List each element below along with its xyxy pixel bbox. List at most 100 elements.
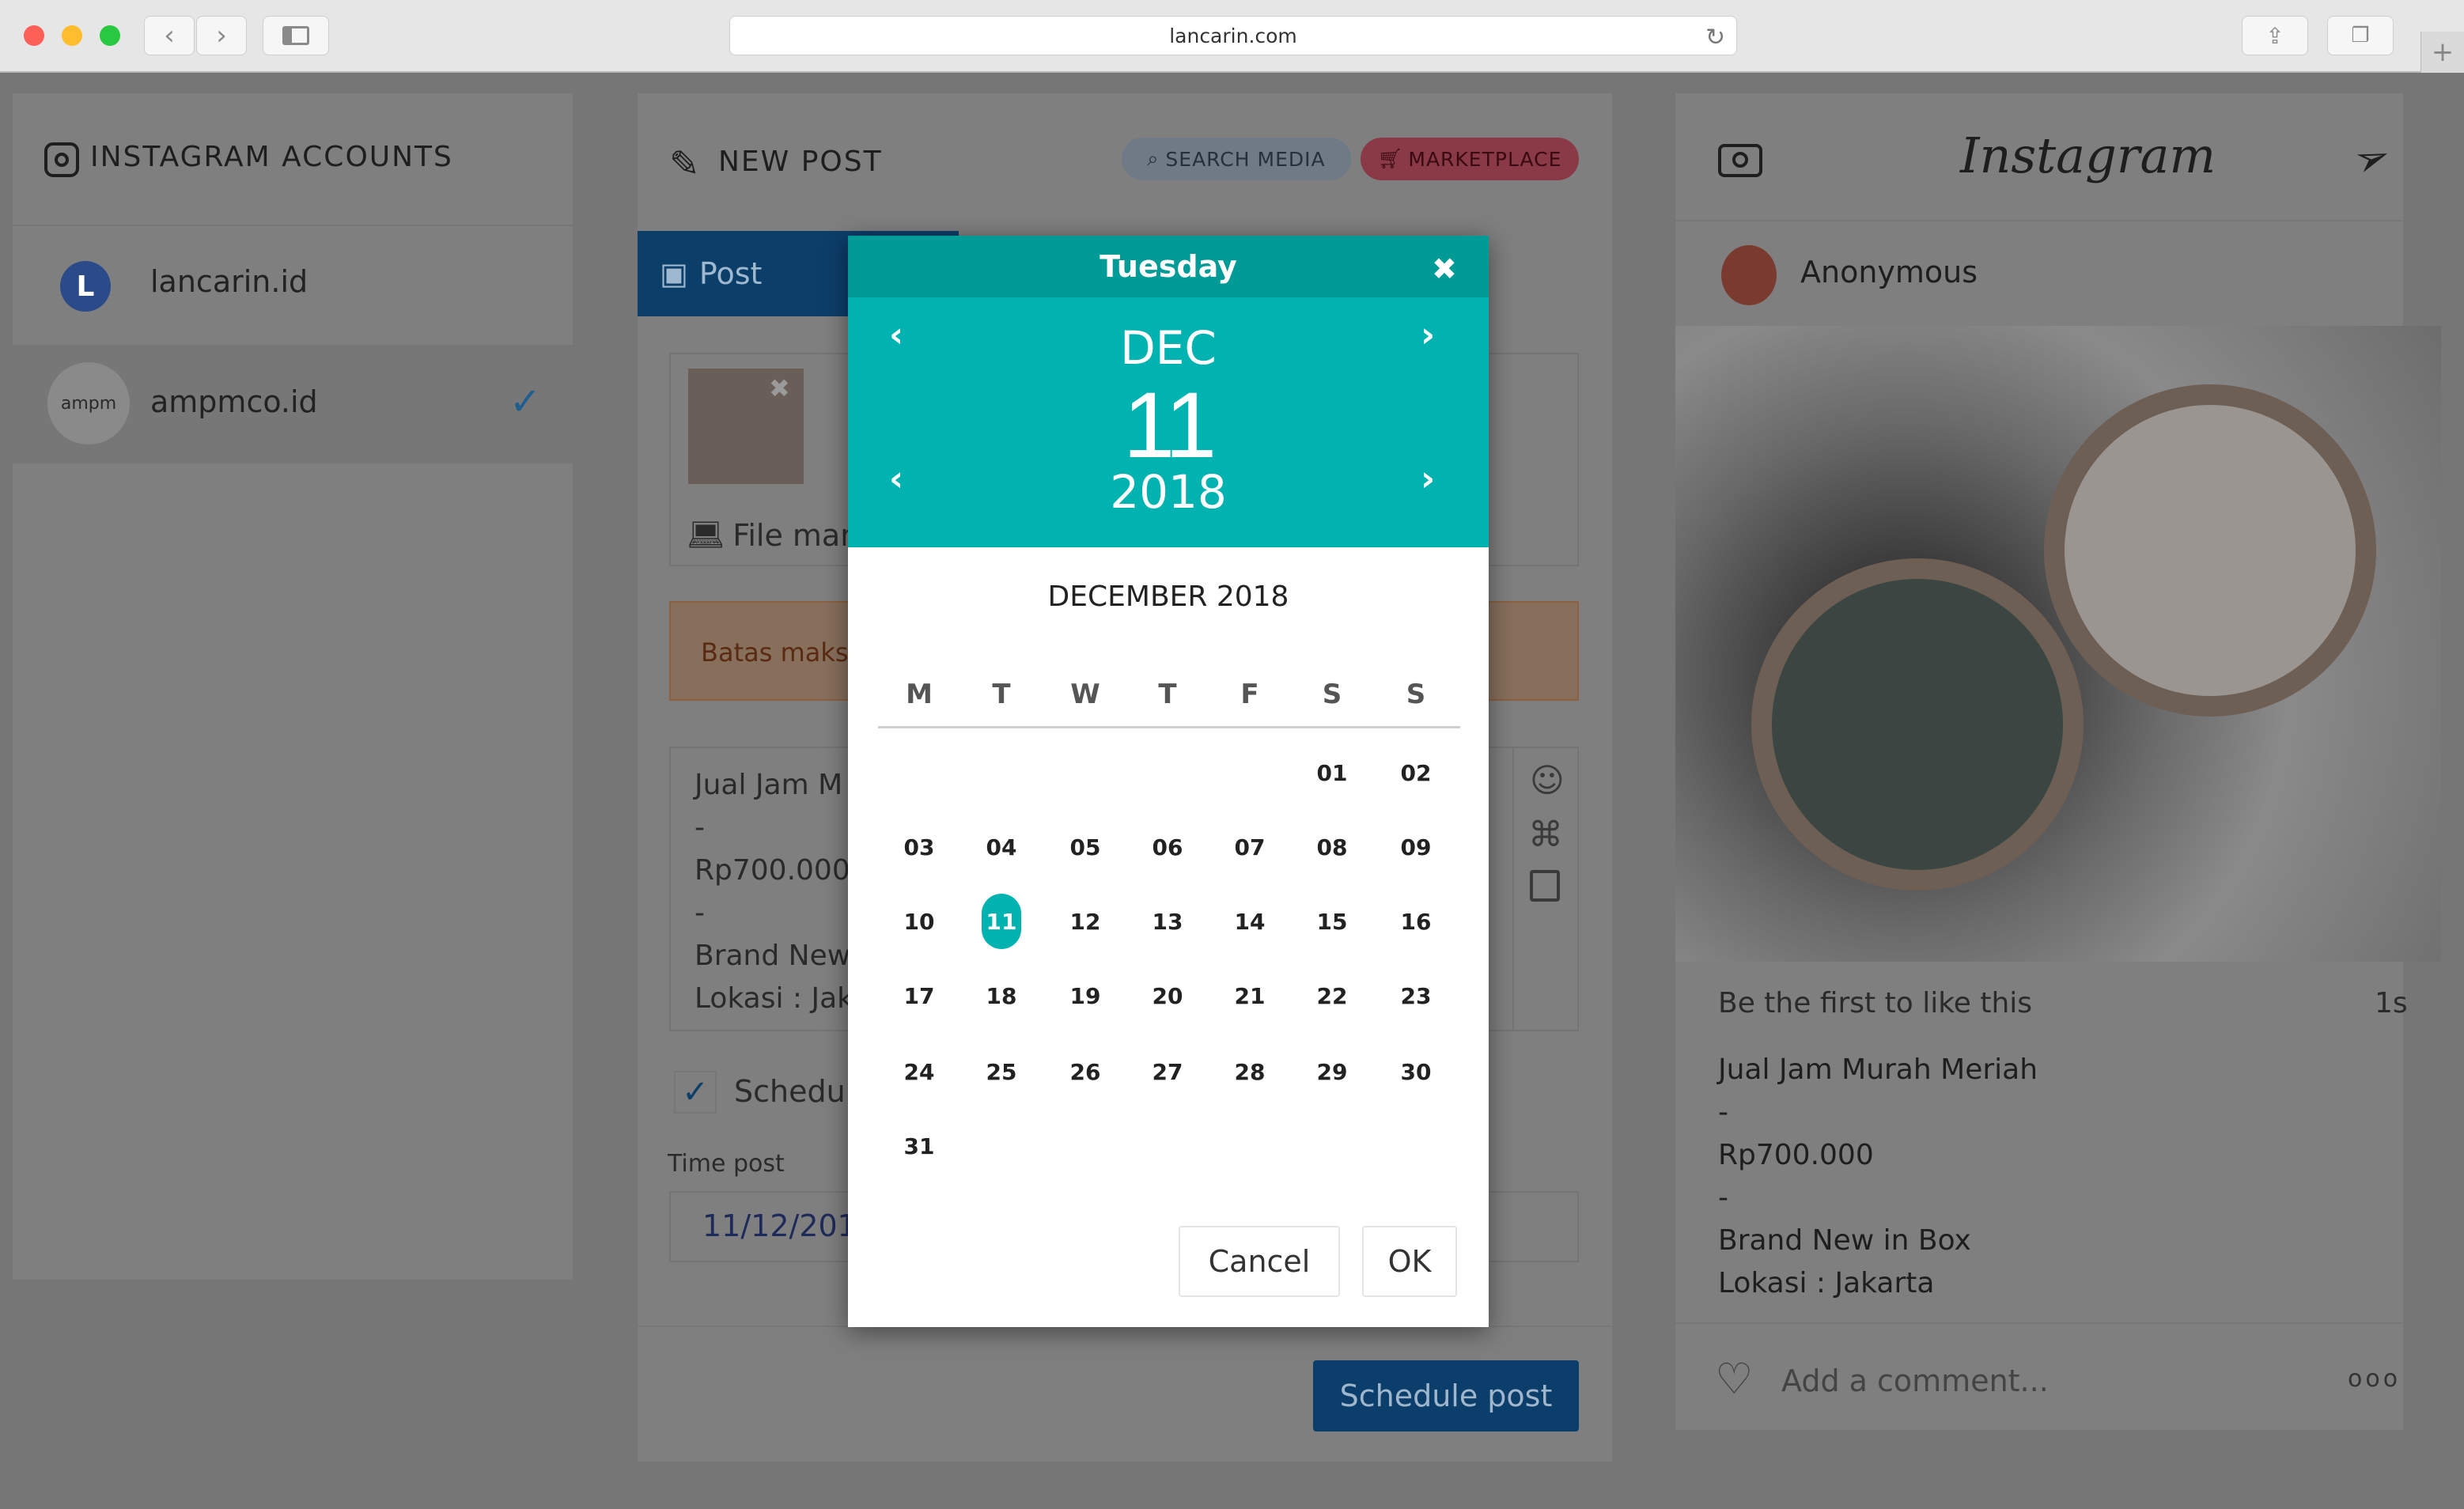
calendar-day[interactable]: 26	[1044, 1044, 1126, 1099]
day-number: 16	[1400, 908, 1432, 935]
weekday-label: Tuesday	[1100, 249, 1237, 284]
tab-post-label: Post	[698, 256, 763, 291]
weekday-header: F	[1240, 679, 1259, 710]
day-number: 21	[1234, 982, 1266, 1009]
divider	[1675, 1322, 2403, 1324]
emoji-icon[interactable]: ☺	[1530, 761, 1565, 800]
chevron-left-icon: ‹	[164, 20, 175, 51]
calendar-day-selected[interactable]: 11	[960, 894, 1043, 949]
calendar-day[interactable]: 20	[1126, 968, 1209, 1023]
calendar-day[interactable]: 16	[1375, 894, 1457, 949]
schedule-checkbox[interactable]: ✓	[674, 1071, 717, 1114]
forward-button[interactable]: ›	[196, 16, 247, 55]
calendar-day[interactable]: 10	[878, 894, 960, 949]
command-icon[interactable]: ⌘	[1528, 815, 1563, 855]
calendar-day[interactable]: 21	[1209, 968, 1291, 1023]
instagram-icon	[44, 142, 79, 177]
weekday-header: T	[1158, 679, 1177, 710]
calendar-day[interactable]: 18	[960, 968, 1043, 1023]
file-manager-link[interactable]: 💻︎ File man	[687, 517, 859, 553]
caption-line: Jual Jam Murah Meriah	[1718, 1053, 2038, 1086]
divider	[878, 726, 1460, 728]
selected-month: DEC	[1120, 321, 1217, 375]
schedule-post-button[interactable]: Schedule post	[1313, 1360, 1579, 1431]
instagram-logo: Instagram	[1960, 127, 2216, 184]
url-text: lancarin.com	[1169, 24, 1297, 47]
calendar-day[interactable]: 12	[1044, 894, 1126, 949]
heart-icon[interactable]: ♡	[1715, 1354, 1753, 1404]
camera-icon	[1718, 144, 1762, 177]
calendar-day[interactable]: 02	[1375, 745, 1457, 800]
caption-line: -	[1718, 1096, 1728, 1129]
calendar-day[interactable]: 09	[1375, 819, 1457, 875]
calendar-day[interactable]: 19	[1044, 968, 1126, 1023]
avatar	[1721, 245, 1777, 305]
address-bar[interactable]: lancarin.com	[729, 16, 1737, 55]
calendar-title: DECEMBER 2018	[1047, 581, 1289, 613]
ok-button[interactable]: OK	[1362, 1226, 1457, 1297]
day-number: 20	[1152, 982, 1183, 1009]
next-year-button[interactable]: ›	[1421, 459, 1435, 499]
save-icon[interactable]	[1530, 870, 1560, 902]
calendar-day[interactable]: 13	[1126, 894, 1209, 949]
marketplace-button[interactable]: 🛒︎ MARKETPLACE	[1361, 138, 1579, 180]
calendar-day[interactable]: 31	[878, 1118, 960, 1174]
calendar-day[interactable]: 23	[1375, 968, 1457, 1023]
maximize-window-button[interactable]	[100, 25, 120, 46]
calendar-day[interactable]: 03	[878, 819, 960, 875]
calendar-day[interactable]: 07	[1209, 819, 1291, 875]
chevron-left-icon: ‹	[889, 459, 904, 499]
remove-media-icon[interactable]: ✖	[769, 373, 790, 403]
calendar-day[interactable]: 14	[1209, 894, 1291, 949]
share-button[interactable]: ⇪	[2242, 16, 2308, 55]
next-month-button[interactable]: ›	[1421, 315, 1435, 355]
more-options-icon[interactable]: ooo	[2348, 1365, 2401, 1393]
caption-line: Brand New	[695, 940, 851, 972]
calendar-day[interactable]: 24	[878, 1044, 960, 1099]
calendar-day[interactable]: 25	[960, 1044, 1043, 1099]
cancel-button[interactable]: Cancel	[1179, 1226, 1340, 1297]
calendar-day[interactable]: 28	[1209, 1044, 1291, 1099]
search-icon: ⌕	[1147, 147, 1160, 170]
sidebar-toggle-button[interactable]	[263, 16, 329, 55]
day-number: 17	[903, 982, 935, 1009]
day-number: 24	[903, 1058, 935, 1085]
calendar-day[interactable]: 22	[1291, 968, 1373, 1023]
prev-month-button[interactable]: ‹	[889, 315, 903, 355]
accounts-title: INSTAGRAM ACCOUNTS	[90, 141, 453, 173]
caption-line: -	[1718, 1182, 1728, 1214]
caption-line: -	[695, 811, 705, 844]
calendar-day[interactable]: 29	[1291, 1044, 1373, 1099]
new-tab-button[interactable]: +	[2420, 32, 2464, 73]
day-number: 19	[1069, 982, 1101, 1009]
close-window-button[interactable]	[24, 25, 44, 46]
day-number: 06	[1152, 834, 1183, 860]
comment-input[interactable]: Add a comment...	[1781, 1363, 2049, 1398]
back-button[interactable]: ‹	[144, 16, 195, 55]
calendar-day[interactable]: 04	[960, 819, 1043, 875]
tabs-button[interactable]: ❐	[2327, 16, 2394, 55]
account-name: lancarin.id	[150, 264, 308, 299]
caption-line: Brand New in Box	[1718, 1224, 1971, 1257]
day-number: 23	[1400, 982, 1432, 1009]
calendar-day[interactable]: 08	[1291, 819, 1373, 875]
calendar-day[interactable]: 17	[878, 968, 960, 1023]
day-number: 15	[1316, 908, 1348, 935]
reload-icon[interactable]: ↻	[1705, 24, 1725, 51]
calendar-day[interactable]: 15	[1291, 894, 1373, 949]
weekday-header: T	[992, 679, 1011, 710]
edit-icon: ✎	[669, 142, 700, 185]
caption-text: Jual Jam M - Rp700.000 - Brand New Lokas…	[695, 764, 854, 1020]
search-media-button[interactable]: ⌕ SEARCH MEDIA	[1122, 138, 1351, 180]
datepicker-weekday: Tuesday	[848, 236, 1489, 297]
close-icon[interactable]: ✖	[1432, 252, 1457, 286]
schedule-label: Schedu	[734, 1074, 846, 1109]
calendar-day[interactable]: 06	[1126, 819, 1209, 875]
avatar: ampm	[47, 362, 130, 444]
calendar-day[interactable]: 01	[1291, 745, 1373, 800]
calendar-day[interactable]: 27	[1126, 1044, 1209, 1099]
prev-year-button[interactable]: ‹	[889, 459, 903, 499]
calendar-day[interactable]: 30	[1375, 1044, 1457, 1099]
minimize-window-button[interactable]	[62, 25, 82, 46]
calendar-day[interactable]: 05	[1044, 819, 1126, 875]
